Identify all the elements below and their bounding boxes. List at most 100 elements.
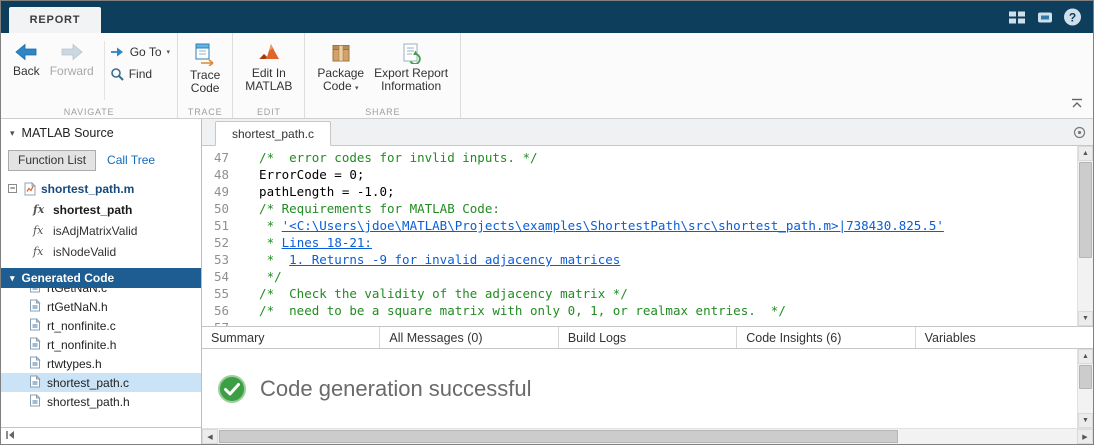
file-item[interactable]: rtGetNaN.c <box>1 288 201 297</box>
up-arrow-icon: ▲ <box>1082 150 1089 157</box>
collapse-expander-icon[interactable]: − <box>8 184 17 193</box>
code-text: * '<C:\Users\jdoe\MATLAB\Projects\exampl… <box>244 217 944 234</box>
forward-button[interactable]: Forward <box>45 38 99 82</box>
trace-code-label: TraceCode <box>190 69 220 95</box>
code-plain: pathLength = -1.0; <box>244 184 395 199</box>
summary-vertical-scrollbar[interactable]: ▲ ▼ <box>1077 349 1093 428</box>
file-icon <box>29 337 41 353</box>
bottom-tab[interactable]: Summary <box>202 327 380 348</box>
scroll-right-button[interactable]: ▶ <box>1077 429 1093 444</box>
file-item[interactable]: shortest_path.c <box>1 373 201 392</box>
code-vertical-scrollbar[interactable]: ▲ ▼ <box>1077 146 1093 326</box>
tab-call-tree[interactable]: Call Tree <box>96 151 166 170</box>
goto-button[interactable]: Go To ▾ <box>110 45 170 59</box>
scrollbar-track[interactable] <box>1078 161 1093 311</box>
file-item[interactable]: shortest_path.h <box>1 392 201 411</box>
horizontal-scrollbar[interactable]: ◀ ▶ <box>202 428 1093 444</box>
code-text: * 1. Returns -9 for invalid adjacency ma… <box>244 251 620 268</box>
code-line: 56 /* need to be a square matrix with on… <box>202 302 1077 319</box>
scrollbar-thumb[interactable] <box>219 430 898 443</box>
code-text: */ <box>244 268 282 285</box>
scrollbar-track[interactable] <box>1078 364 1093 413</box>
package-icon <box>330 42 352 64</box>
edit-in-matlab-button[interactable]: Edit InMATLAB <box>240 38 297 97</box>
main-area: ▾ MATLAB Source Function List Call Tree … <box>1 119 1093 444</box>
code-link[interactable]: '<C:\Users\jdoe\MATLAB\Projects\examples… <box>282 218 944 233</box>
tab-report[interactable]: REPORT <box>9 7 101 33</box>
file-item[interactable]: rt_nonfinite.h <box>1 335 201 354</box>
help-icon[interactable]: ? <box>1064 9 1081 26</box>
bottom-tab[interactable]: Build Logs <box>559 327 737 348</box>
sidebar-bottom-bar <box>1 427 201 444</box>
tree-item-shortest-path[interactable]: fx shortest_path <box>1 199 201 220</box>
scrollbar-thumb[interactable] <box>1079 365 1092 389</box>
scrollbar-thumb[interactable] <box>1079 162 1092 258</box>
scroll-up-button[interactable]: ▲ <box>1078 349 1093 364</box>
file-item[interactable]: rtwtypes.h <box>1 354 201 373</box>
generated-code-title: Generated Code <box>22 271 115 285</box>
layout-icon[interactable] <box>1008 10 1026 24</box>
trace-code-button[interactable]: TraceCode <box>185 38 225 99</box>
tree-item-isadjmatrixvalid[interactable]: fx isAdjMatrixValid <box>1 220 201 241</box>
sidebar: ▾ MATLAB Source Function List Call Tree … <box>1 119 202 444</box>
back-button[interactable]: Back <box>8 38 45 82</box>
code-comment: * <box>244 218 282 233</box>
file-item[interactable]: rtGetNaN.h <box>1 297 201 316</box>
titlebar-icons: ? <box>1008 9 1081 26</box>
trace-highlight-icon[interactable] <box>1073 126 1086 144</box>
file-icon <box>29 375 41 388</box>
scroll-up-button[interactable]: ▲ <box>1078 146 1093 161</box>
tab-function-list[interactable]: Function List <box>8 150 96 171</box>
file-item[interactable]: rt_nonfinite.c <box>1 316 201 335</box>
tree-item-isnodevalid[interactable]: fx isNodeValid <box>1 241 201 262</box>
bottom-tab[interactable]: Code Insights (6) <box>737 327 915 348</box>
file-label: shortest_path.h <box>47 395 130 409</box>
line-number: 47 <box>202 149 244 166</box>
matlab-source-header[interactable]: ▾ MATLAB Source <box>1 119 201 147</box>
share-section-label: SHARE <box>305 107 460 117</box>
generated-code-header[interactable]: ▾ Generated Code <box>1 268 201 288</box>
code-line: 57 <box>202 319 1077 326</box>
file-label: shortest_path.c <box>47 376 129 390</box>
up-arrow-icon: ▲ <box>1082 353 1089 360</box>
highlight-icon[interactable] <box>1037 10 1053 24</box>
tree-item-shortest-path-m[interactable]: − shortest_path.m <box>1 178 201 199</box>
file-icon <box>29 299 41 315</box>
scroll-left-button[interactable]: ◀ <box>202 429 218 444</box>
export-report-button[interactable]: Export ReportInformation <box>369 38 453 97</box>
editor-tab-shortest-path-c[interactable]: shortest_path.c <box>215 121 331 146</box>
tree-item-label: shortest_path <box>53 203 132 217</box>
code-text: pathLength = -1.0; <box>244 183 395 200</box>
code-line: 48 ErrorCode = 0; <box>202 166 1077 183</box>
file-label: rtGetNaN.c <box>47 288 107 295</box>
bottom-tab[interactable]: Variables <box>916 327 1093 348</box>
chevron-down-icon: ▾ <box>355 85 359 92</box>
file-icon <box>29 318 41 334</box>
code-link[interactable]: 1. Returns -9 for invalid adjacency matr… <box>289 252 620 267</box>
scroll-down-button[interactable]: ▼ <box>1078 311 1093 326</box>
bottom-tab[interactable]: All Messages (0) <box>380 327 558 348</box>
package-code-button[interactable]: PackageCode ▾ <box>312 38 369 99</box>
scrollbar-track[interactable] <box>218 429 1077 444</box>
summary-panel: Code generation successful ▲ ▼ <box>202 349 1093 428</box>
code-link[interactable]: Lines 18-21: <box>282 235 372 250</box>
scroll-down-button[interactable]: ▼ <box>1078 413 1093 428</box>
code-line: 53 * 1. Returns -9 for invalid adjacency… <box>202 251 1077 268</box>
back-arrow-icon <box>14 42 38 62</box>
code-line: 49 pathLength = -1.0; <box>202 183 1077 200</box>
collapse-panel-icon[interactable] <box>5 427 16 445</box>
line-number: 52 <box>202 234 244 251</box>
code-plain: ErrorCode = 0; <box>244 167 364 182</box>
back-label: Back <box>13 65 40 78</box>
collapse-toolstrip-icon[interactable] <box>1071 95 1083 113</box>
line-number: 53 <box>202 251 244 268</box>
toolstrip: Back Forward Go To ▾ Find <box>1 33 1093 119</box>
right-arrow-icon: ▶ <box>1082 433 1087 441</box>
file-icon <box>29 356 41 372</box>
find-button[interactable]: Find <box>110 67 170 81</box>
code-editor[interactable]: 47 /* error codes for invlid inputs. */4… <box>202 146 1077 326</box>
find-label: Find <box>129 67 152 81</box>
code-text: /* need to be a square matrix with only … <box>244 302 786 319</box>
trace-code-icon <box>193 42 217 66</box>
status-message: Code generation successful <box>260 376 532 402</box>
